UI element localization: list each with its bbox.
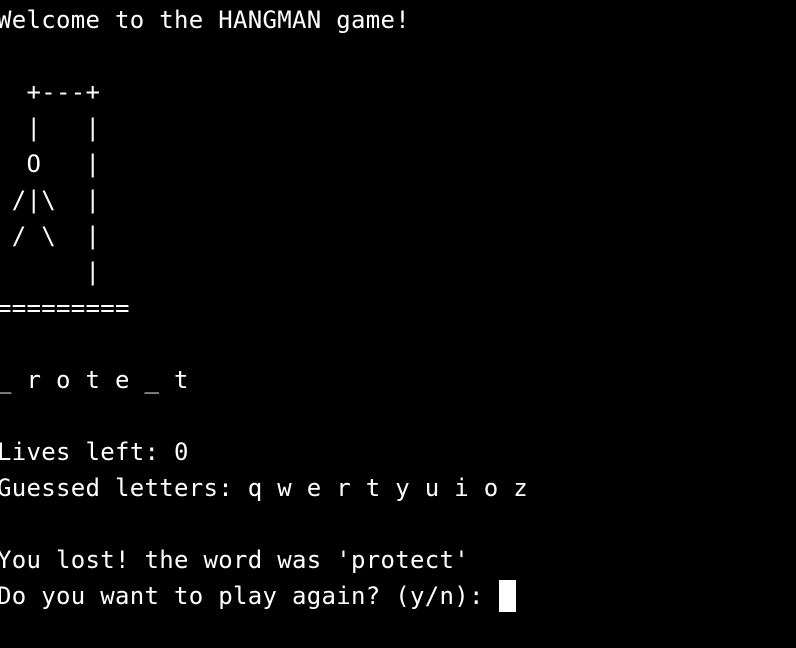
gallows-line: |	[0, 258, 101, 286]
guessed-letters: Guessed letters: q w e r t y u i o z	[0, 474, 528, 502]
gallows-line: /|\ |	[0, 186, 101, 214]
gallows-base: =========	[0, 294, 130, 322]
lives-left: Lives left: 0	[0, 438, 189, 466]
result-message: You lost! the word was 'protect'	[0, 546, 469, 574]
word-progress: _ r o t e _ t	[0, 366, 189, 394]
welcome-message: Welcome to the HANGMAN game!	[0, 6, 410, 34]
gallows-line: +---+	[0, 78, 101, 106]
hangman-drawing: +---+ | | O | /|\ | / \ | | =========	[0, 74, 796, 326]
gallows-line: O |	[0, 150, 101, 178]
gallows-line: / \ |	[0, 222, 101, 250]
text-cursor[interactable]	[499, 580, 517, 612]
terminal-output: Welcome to the HANGMAN game! +---+ | | O…	[0, 2, 796, 648]
play-again-prompt[interactable]: Do you want to play again? (y/n):	[0, 578, 796, 614]
gallows-line: | |	[0, 114, 101, 142]
prompt-text: Do you want to play again? (y/n):	[0, 582, 499, 610]
